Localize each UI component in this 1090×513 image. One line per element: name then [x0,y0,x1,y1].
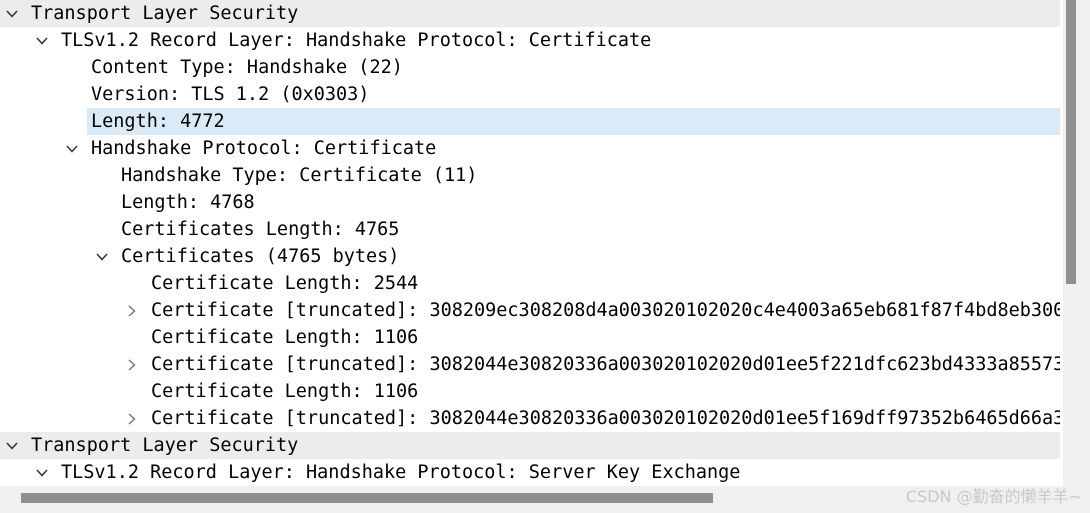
tree-row-label: Transport Layer Security [31,435,299,456]
vertical-scrollbar-thumb[interactable] [1066,0,1076,284]
chevron-down-icon[interactable] [32,27,52,54]
tree-row-label: Certificate Length: 1106 [151,327,419,348]
horizontal-scrollbar-thumb[interactable] [21,493,713,503]
tree-row[interactable]: Length: 4768 [0,189,1060,216]
tree-row-label: Length: 4772 [91,111,225,132]
tree-row[interactable]: Certificate Length: 2544 [0,270,1060,297]
watermark: CSDN @勤奋的懒羊羊~ [905,487,1082,506]
chevron-down-icon[interactable] [2,432,22,459]
chevron-down-icon[interactable] [32,459,52,486]
chevron-right-icon[interactable] [122,297,142,324]
tree-row[interactable]: Certificates (4765 bytes) [0,243,1060,270]
chevron-down-icon[interactable] [92,243,112,270]
tree-row-label: Length: 4768 [121,192,255,213]
tree-row[interactable]: Handshake Protocol: Certificate [0,135,1060,162]
tree-row-label: Version: TLS 1.2 (0x0303) [91,84,370,105]
tree-row[interactable]: TLSv1.2 Record Layer: Handshake Protocol… [0,459,1060,486]
tree-row-label: TLSv1.2 Record Layer: Handshake Protocol… [61,462,741,483]
chevron-down-icon[interactable] [2,0,22,27]
tree-row[interactable]: Handshake Type: Certificate (11) [0,162,1060,189]
tree-row[interactable]: TLSv1.2 Record Layer: Handshake Protocol… [0,27,1060,54]
tree-row-label: Content Type: Handshake (22) [91,57,403,78]
tree-row[interactable]: Certificate [truncated]: 308209ec308208d… [0,297,1060,324]
tree-row[interactable]: Length: 4772 [0,108,1060,135]
chevron-right-icon[interactable] [122,405,142,432]
tree-row[interactable]: Certificate [truncated]: 3082044e3082033… [0,405,1060,432]
tree-row-label: Certificate [truncated]: 3082044e3082033… [151,354,1060,375]
tree-row-label: Certificates (4765 bytes) [121,246,400,267]
tree-row-label: Certificate [truncated]: 3082044e3082033… [151,408,1060,429]
selection-highlight [87,108,1060,135]
packet-details-tree[interactable]: Transport Layer Security TLSv1.2 Record L… [0,0,1060,486]
tree-row[interactable]: Certificate Length: 1106 [0,378,1060,405]
tree-row[interactable]: Version: TLS 1.2 (0x0303) [0,81,1060,108]
tree-row-label: Certificate Length: 1106 [151,381,419,402]
tree-row-label: Certificates Length: 4765 [121,219,400,240]
tree-row-label: Handshake Protocol: Certificate [91,138,437,159]
tree-row-label: Certificate [truncated]: 308209ec308208d… [151,300,1060,321]
tree-row-label: Transport Layer Security [31,3,299,24]
tree-row[interactable]: Certificate [truncated]: 3082044e3082033… [0,351,1060,378]
tree-row-label: TLSv1.2 Record Layer: Handshake Protocol… [61,30,652,51]
tree-row[interactable]: Certificates Length: 4765 [0,216,1060,243]
tree-section-row[interactable]: Transport Layer Security [0,0,1060,27]
chevron-right-icon[interactable] [122,351,142,378]
tree-row[interactable]: Content Type: Handshake (22) [0,54,1060,81]
tree-section-row[interactable]: Transport Layer Security [0,432,1060,459]
tree-row[interactable]: Certificate Length: 1106 [0,324,1060,351]
tree-row-label: Handshake Type: Certificate (11) [121,165,478,186]
tree-row-label: Certificate Length: 2544 [151,273,419,294]
chevron-down-icon[interactable] [62,135,82,162]
